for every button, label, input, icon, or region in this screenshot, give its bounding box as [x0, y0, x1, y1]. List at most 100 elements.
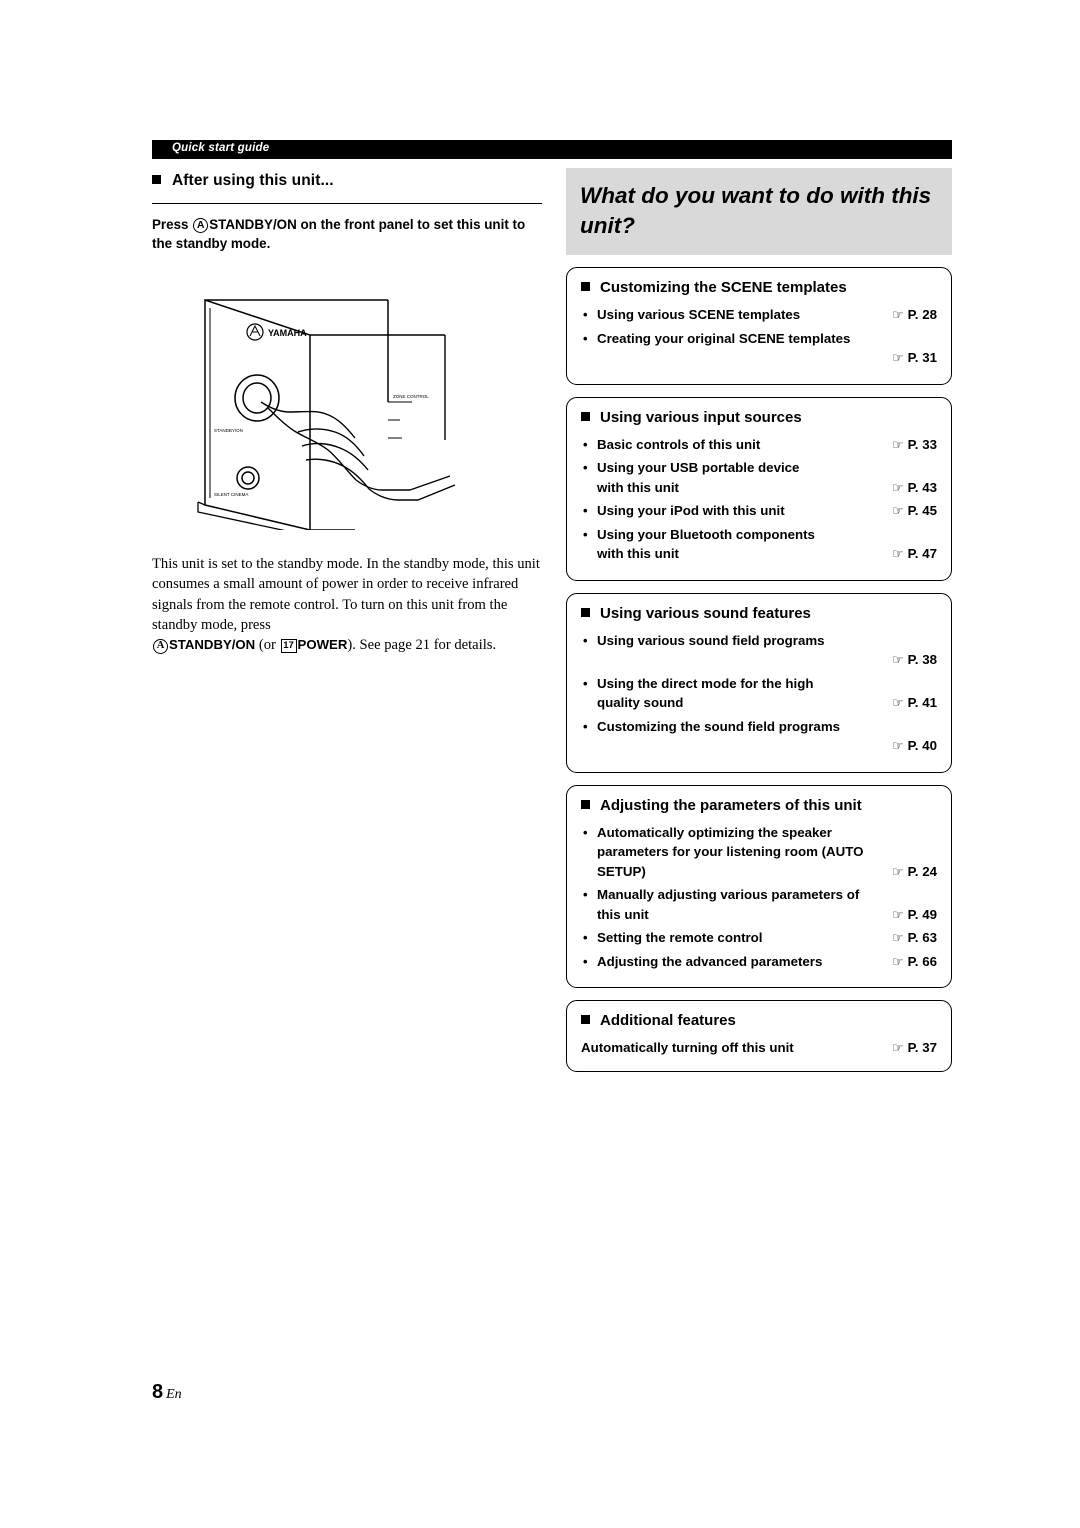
- feature-link-line: ☞ P. 24 SETUP): [597, 862, 937, 883]
- feature-link-line: ☞ P. 40: [597, 736, 937, 757]
- square-bullet-icon: [581, 607, 590, 617]
- feature-link-item[interactable]: • Using various sound field programs ☞ P. 3…: [581, 631, 937, 671]
- feature-link-item[interactable]: • Creating your original SCENE templates ☞…: [581, 329, 937, 369]
- page-reference[interactable]: ☞ P. 66: [892, 952, 937, 973]
- feature-link-text: Using various SCENE templates: [597, 307, 801, 322]
- bullet-dot-icon: •: [583, 632, 588, 648]
- square-bullet-icon: [581, 282, 590, 291]
- square-bullet-icon: [581, 1015, 590, 1024]
- feature-link-text: with this unit: [597, 479, 679, 495]
- feature-link-line: Creating your original SCENE templates: [597, 329, 937, 349]
- feature-link-text: Using your Bluetooth components: [597, 526, 815, 542]
- feature-link-line: ☞ P. 38: [597, 650, 937, 671]
- feature-link-line: Using your Bluetooth components: [597, 525, 937, 545]
- square-bullet-icon: [581, 411, 590, 421]
- feature-link-line: Manually adjusting various parameters of: [597, 885, 937, 905]
- right-title-box: What do you want to do with this unit?: [566, 168, 952, 255]
- circled-a-icon-2: A: [153, 639, 168, 655]
- pointing-hand-icon: ☞: [892, 653, 904, 668]
- feature-card: Using various sound features • Using vario…: [566, 592, 952, 773]
- feature-link-item[interactable]: • Customizing the sound field programs ☞ P.…: [581, 717, 937, 757]
- feature-link-line: ☞ P. 43 with this unit: [597, 478, 937, 499]
- pointing-hand-icon: ☞: [892, 739, 904, 754]
- feature-link-item[interactable]: • Using your Bluetooth components ☞ P. 47 wi…: [581, 525, 937, 565]
- page-reference[interactable]: ☞ P. 24: [892, 862, 937, 883]
- feature-link-item[interactable]: • ☞ P. 28 Using various SCENE templates: [581, 305, 937, 326]
- feature-link-text: quality sound: [597, 695, 684, 710]
- right-title: What do you want to do with this unit?: [580, 183, 932, 238]
- pointing-hand-icon: ☞: [892, 480, 904, 496]
- page-reference-text: P. 28: [907, 307, 937, 322]
- feature-link-item[interactable]: • Automatically optimizing the speaker par…: [581, 823, 937, 883]
- bullet-dot-icon: •: [583, 307, 588, 322]
- feature-link-text: Automatically turning off this unit: [581, 1040, 794, 1055]
- feature-link-line: ☞ P. 31: [597, 348, 937, 369]
- page-reference-text: P. 31: [907, 350, 937, 365]
- feature-link-text: Using the direct mode for the high: [597, 675, 814, 691]
- feature-link-text: Manually adjusting various parameters of: [597, 887, 860, 902]
- page-reference[interactable]: ☞ P. 37: [892, 1038, 937, 1059]
- page-reference[interactable]: ☞ P. 63: [892, 928, 937, 949]
- bullet-dot-icon: •: [583, 436, 588, 452]
- feature-card: Adjusting the parameters of this unit • Au…: [566, 784, 952, 988]
- page-reference-text: P. 41: [907, 695, 937, 710]
- pointing-hand-icon: ☞: [892, 954, 904, 970]
- page-reference-text: P. 33: [907, 436, 937, 452]
- page-reference[interactable]: ☞ P. 45: [892, 501, 937, 522]
- page-reference[interactable]: ☞ P. 40: [892, 736, 937, 757]
- left-section-heading: After using this unit...: [152, 172, 542, 190]
- page-reference[interactable]: ☞ P. 43: [892, 478, 937, 499]
- svg-text:STANDBY/ON: STANDBY/ON: [214, 428, 243, 433]
- pointing-hand-icon: ☞: [892, 547, 904, 562]
- square-bullet-icon: [152, 175, 161, 184]
- page-reference-text: P. 24: [907, 863, 937, 879]
- standby-on-label: STANDBY/ON: [169, 637, 256, 653]
- feature-card: Using various input sources • ☞ P. 33 Basic …: [566, 396, 952, 581]
- page-footer: 8 En: [152, 1381, 182, 1404]
- feature-link-line: ☞ P. 66 Adjusting the advanced parameters: [597, 952, 937, 973]
- press-instruction-post: on the front panel to set this unit to t…: [152, 217, 526, 251]
- circled-a-icon: A: [193, 218, 209, 233]
- bullet-dot-icon: •: [583, 718, 588, 734]
- feature-link-item[interactable]: • Manually adjusting various parameters o…: [581, 885, 937, 925]
- feature-link-text: Using your USB portable device: [597, 460, 800, 475]
- page-reference[interactable]: ☞ P. 28: [892, 305, 937, 326]
- feature-link-line: ☞ P. 33 Basic controls of this unit: [597, 435, 937, 456]
- page-reference[interactable]: ☞ P. 38: [892, 650, 937, 671]
- page-reference[interactable]: ☞ P. 33: [892, 435, 937, 456]
- bullet-dot-icon: •: [583, 824, 588, 840]
- feature-card-heading-text: Additional features: [600, 1012, 736, 1029]
- paragraph-or: (or: [255, 637, 280, 654]
- feature-link-item[interactable]: • ☞ P. 45 Using your iPod with this unit: [581, 501, 937, 522]
- paragraph-tail: ). See page 21 for details.: [347, 637, 497, 654]
- press-instruction-pre: Press: [152, 217, 193, 232]
- page-reference-text: P. 45: [907, 503, 937, 518]
- horizontal-rule: [152, 203, 542, 204]
- bullet-dot-icon: •: [583, 330, 588, 346]
- feature-link-item[interactable]: • Using your USB portable device ☞ P. 43 wit…: [581, 458, 937, 498]
- feature-link-item[interactable]: ☞ P. 37 Automatically turning off this uni…: [581, 1038, 937, 1059]
- page-reference[interactable]: ☞ P. 31: [892, 348, 937, 369]
- feature-link-text: parameters for your listening room (AUTO: [597, 844, 864, 859]
- page-reference[interactable]: ☞ P. 49: [892, 905, 937, 926]
- pointing-hand-icon: ☞: [892, 504, 904, 519]
- bullet-dot-icon: •: [583, 675, 588, 691]
- running-header-bar: Quick start guide: [152, 140, 952, 159]
- feature-link-item[interactable]: • Using the direct mode for the high ☞ P. 4…: [581, 674, 937, 714]
- bullet-dot-icon: •: [583, 503, 588, 518]
- feature-link-line: parameters for your listening room (AUTO: [597, 842, 937, 862]
- feature-link-item[interactable]: • ☞ P. 63 Setting the remote control: [581, 928, 937, 949]
- bullet-dot-icon: •: [583, 887, 588, 902]
- page-reference-text: P. 63: [907, 930, 937, 945]
- svg-text:ZONE CONTROL: ZONE CONTROL: [393, 394, 429, 399]
- page-reference[interactable]: ☞ P. 41: [892, 693, 937, 714]
- pointing-hand-icon: ☞: [892, 1041, 904, 1056]
- svg-text:YAMAHA: YAMAHA: [268, 328, 307, 338]
- left-column: After using this unit... Press A STANDBY/…: [152, 172, 542, 253]
- feature-link-line: ☞ P. 45 Using your iPod with this unit: [597, 501, 937, 522]
- feature-link-item[interactable]: • ☞ P. 33 Basic controls of this unit: [581, 435, 937, 456]
- feature-link-text: SETUP): [597, 863, 646, 879]
- page-reference[interactable]: ☞ P. 47: [892, 544, 937, 565]
- page-reference-text: P. 38: [907, 652, 937, 667]
- feature-link-item[interactable]: • ☞ P. 66 Adjusting the advanced parameters: [581, 952, 937, 973]
